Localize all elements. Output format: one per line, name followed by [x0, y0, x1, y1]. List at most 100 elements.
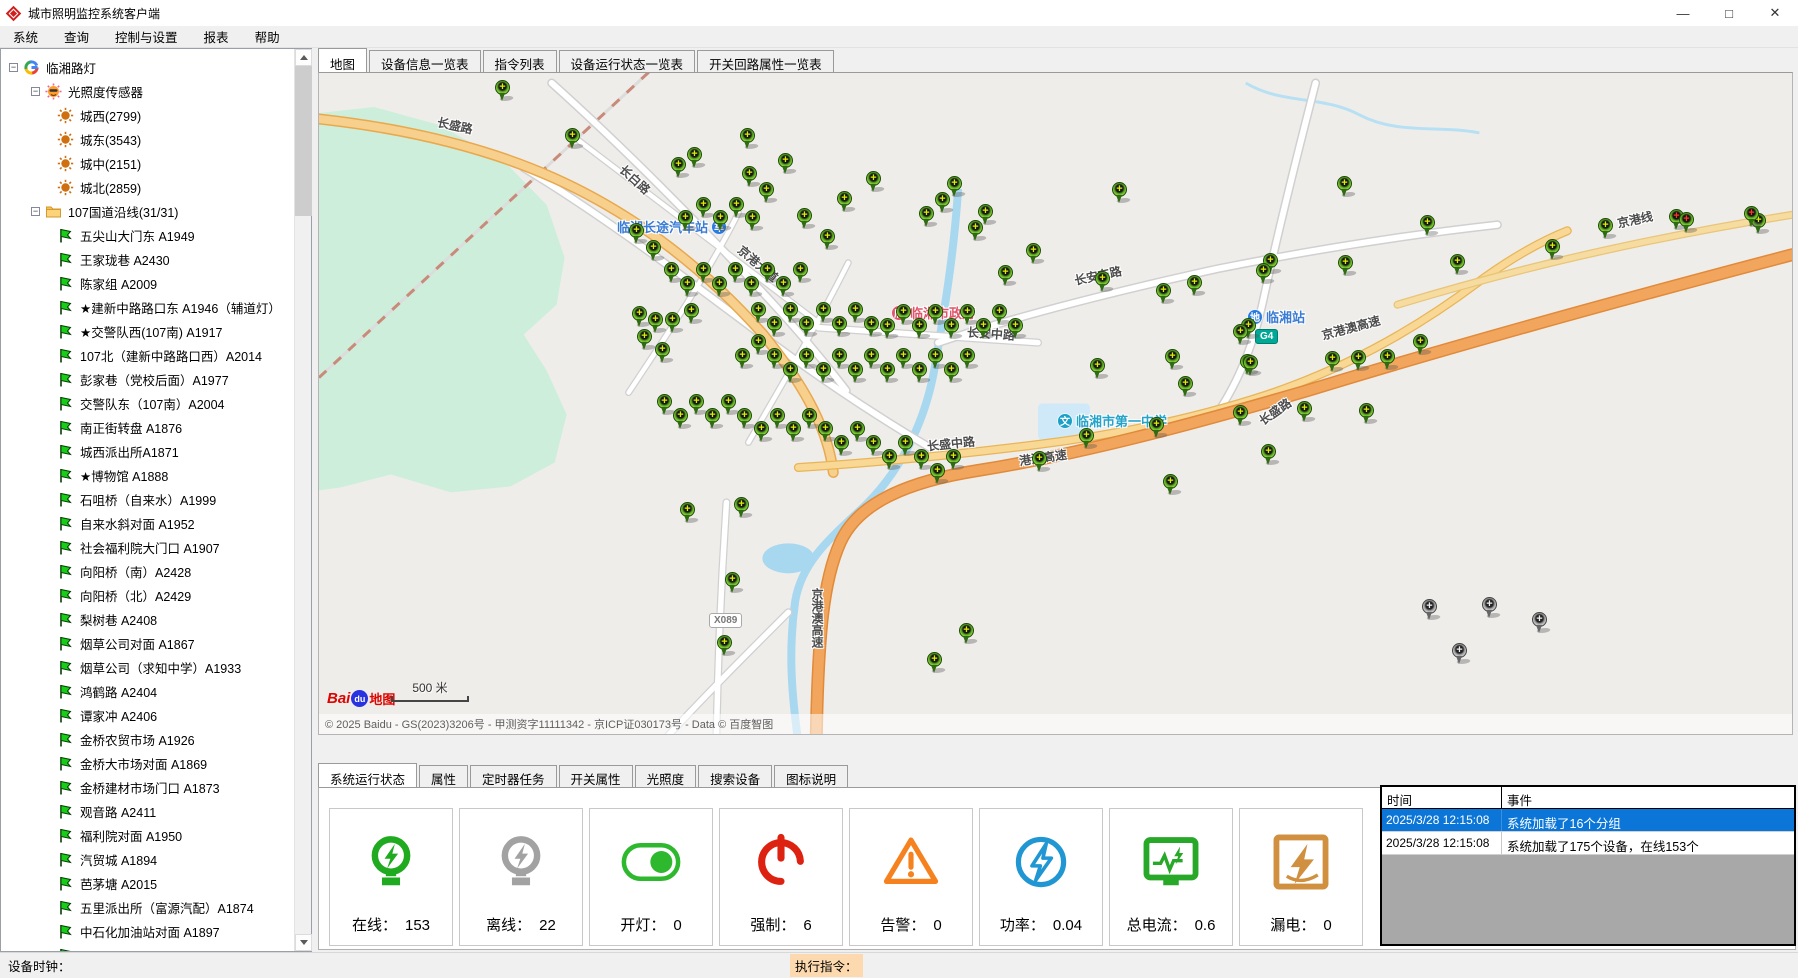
map-pin-online[interactable]: + [935, 192, 950, 214]
map-pin-online[interactable]: + [816, 302, 831, 324]
map-pin-online[interactable]: + [978, 204, 993, 226]
map-pin-online[interactable]: + [919, 206, 934, 228]
map-pin-online[interactable]: + [1337, 176, 1352, 198]
map-pin-online[interactable]: + [946, 449, 961, 471]
tree-item-device-17[interactable]: 烟草公司对面 A1867 [1, 631, 295, 655]
tree-item-device-15[interactable]: 向阳桥（北）A2429 [1, 583, 295, 607]
map-pin-online[interactable]: + [1079, 428, 1094, 450]
map-pin-online[interactable]: + [1598, 218, 1613, 240]
tree-item-device-14[interactable]: 向阳桥（南）A2428 [1, 559, 295, 583]
tree-item-device-3[interactable]: ★建新中路路口东 A1946（辅道灯） [1, 295, 295, 319]
map-pin-online[interactable]: + [1420, 215, 1435, 237]
map-pin-online[interactable]: + [1297, 401, 1312, 423]
map-pin-online[interactable]: + [680, 502, 695, 524]
map-pin-online[interactable]: + [832, 348, 847, 370]
map-pin-online[interactable]: + [776, 276, 791, 298]
tree-item-device-clipped[interactable] [1, 943, 295, 951]
tree-item-device-19[interactable]: 鸿鹤路 A2404 [1, 679, 295, 703]
map-pin-online[interactable]: + [930, 463, 945, 485]
tree-item-device-26[interactable]: 汽贸城 A1894 [1, 847, 295, 871]
tree-item-device-20[interactable]: 谭家冲 A2406 [1, 703, 295, 727]
map-pin-online[interactable]: + [767, 348, 782, 370]
tree-item-device-9[interactable]: 城西派出所A1871 [1, 439, 295, 463]
map-pin-online[interactable]: + [729, 197, 744, 219]
map-tab-3[interactable]: 设备运行状态一览表 [559, 50, 696, 72]
map-pin-online[interactable]: + [629, 223, 644, 245]
map-pin-online[interactable]: + [944, 362, 959, 384]
map-pin-online[interactable]: + [664, 262, 679, 284]
map-pin-online[interactable]: + [834, 435, 849, 457]
minimize-button[interactable]: — [1660, 0, 1706, 26]
map-pin-online[interactable]: + [832, 316, 847, 338]
map-pin-online[interactable]: + [705, 408, 720, 430]
map-pin-online[interactable]: + [816, 362, 831, 384]
map-pin-online[interactable]: + [1256, 263, 1271, 285]
map-pin-online[interactable]: + [882, 449, 897, 471]
map-pin-online[interactable]: + [767, 316, 782, 338]
map-pin-online[interactable]: + [565, 128, 580, 150]
map-pin-online[interactable]: + [778, 153, 793, 175]
map-pin-online[interactable]: + [1112, 182, 1127, 204]
map-pin-online[interactable]: + [728, 262, 743, 284]
map-pin-online[interactable]: + [759, 182, 774, 204]
tree-scrollbar[interactable] [294, 49, 311, 951]
map-pin-online[interactable]: + [646, 240, 661, 262]
bottom-tab-6[interactable]: 图标说明 [774, 765, 848, 787]
map-pin-online[interactable]: + [632, 306, 647, 328]
map-pin-online[interactable]: + [689, 394, 704, 416]
map-pin-online[interactable]: + [744, 276, 759, 298]
map-pin-online[interactable]: + [1338, 255, 1353, 277]
event-log-row-0[interactable]: 2025/3/28 12:15:08系统加载了16个分组 [1382, 809, 1794, 832]
bottom-tab-0[interactable]: 系统运行状态 [318, 763, 417, 787]
map-pin-online[interactable]: + [687, 147, 702, 169]
map-pin-online[interactable]: + [928, 348, 943, 370]
map-pin-online[interactable]: + [680, 276, 695, 298]
map-canvas[interactable]: 长盛路长白路京港大道长安东路长安中路长盛中路港澳高速京港澳高速长盛路京港线京港澳… [318, 72, 1793, 735]
tree-item-device-18[interactable]: 烟草公司（求知中学）A1933 [1, 655, 295, 679]
map-pin-online[interactable]: + [927, 652, 942, 674]
tree-item-device-4[interactable]: ★交警队西(107南) A1917 [1, 319, 295, 343]
map-pin-online[interactable]: + [1090, 358, 1105, 380]
map-pin-online[interactable]: + [1149, 417, 1164, 439]
bottom-tab-5[interactable]: 搜索设备 [698, 765, 772, 787]
map-pin-online[interactable]: + [673, 408, 688, 430]
tree-item-device-25[interactable]: 福利院对面 A1950 [1, 823, 295, 847]
map-pin-online[interactable]: + [696, 197, 711, 219]
map-pin-online[interactable]: + [783, 302, 798, 324]
bottom-tab-4[interactable]: 光照度 [635, 765, 697, 787]
tree-item-sensor-3[interactable]: 城北(2859) [1, 175, 295, 199]
tree-item-device-24[interactable]: 观音路 A2411 [1, 799, 295, 823]
map-pin-online[interactable]: + [864, 348, 879, 370]
map-pin-online[interactable]: + [837, 191, 852, 213]
map-pin-online[interactable]: + [1165, 349, 1180, 371]
map-pin-online[interactable]: + [770, 408, 785, 430]
map-pin-online[interactable]: + [1450, 254, 1465, 276]
menu-item-查询[interactable]: 查询 [51, 25, 102, 48]
tree-item-device-11[interactable]: 石咀桥（自来水）A1999 [1, 487, 295, 511]
map-pin-online[interactable]: + [896, 348, 911, 370]
bottom-tab-3[interactable]: 开关属性 [559, 765, 633, 787]
map-pin-offline[interactable]: + [1532, 612, 1547, 634]
map-pin-online[interactable]: + [1359, 403, 1374, 425]
map-pin-online[interactable]: + [734, 497, 749, 519]
map-pin-online[interactable]: + [960, 348, 975, 370]
tree-item-sensor-2[interactable]: 城中(2151) [1, 151, 295, 175]
tree-item-device-22[interactable]: 金桥大市场对面 A1869 [1, 751, 295, 775]
tree-item-device-2[interactable]: 陈家组 A2009 [1, 271, 295, 295]
map-pin-online[interactable]: + [960, 304, 975, 326]
map-pin-online[interactable]: + [735, 348, 750, 370]
map-tab-2[interactable]: 指令列表 [483, 50, 557, 72]
map-pin-online[interactable]: + [898, 435, 913, 457]
tree-root[interactable]: −临湘路灯 [1, 55, 295, 79]
maximize-button[interactable]: □ [1706, 0, 1752, 26]
map-pin-online[interactable]: + [760, 262, 775, 284]
map-pin-online[interactable]: + [992, 304, 1007, 326]
map-pin-online[interactable]: + [1233, 324, 1248, 346]
map-pin-online[interactable]: + [1233, 405, 1248, 427]
map-pin-online[interactable]: + [866, 435, 881, 457]
map-pin-online[interactable]: + [928, 304, 943, 326]
tree-item-device-6[interactable]: 彭家巷（党校后面）A1977 [1, 367, 295, 391]
bottom-tab-2[interactable]: 定时器任务 [470, 765, 557, 787]
map-pin-online[interactable]: + [998, 265, 1013, 287]
map-pin-online[interactable]: + [742, 166, 757, 188]
